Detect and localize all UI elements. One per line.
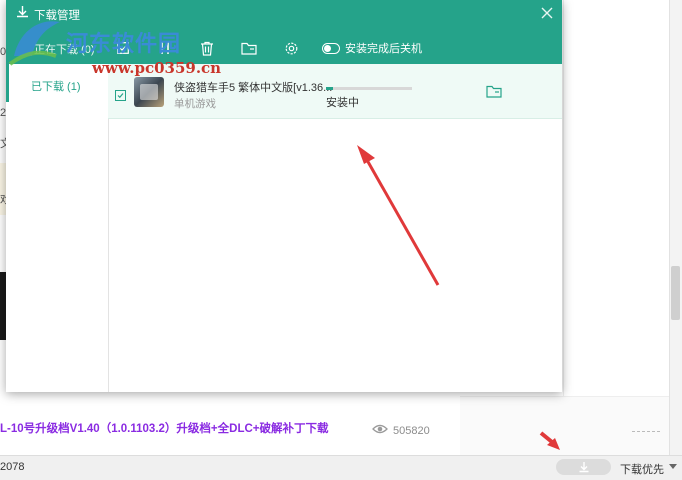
annotation-arrow	[357, 145, 440, 286]
annotation-overlay	[357, 145, 560, 450]
annotation-arrow	[539, 431, 560, 450]
